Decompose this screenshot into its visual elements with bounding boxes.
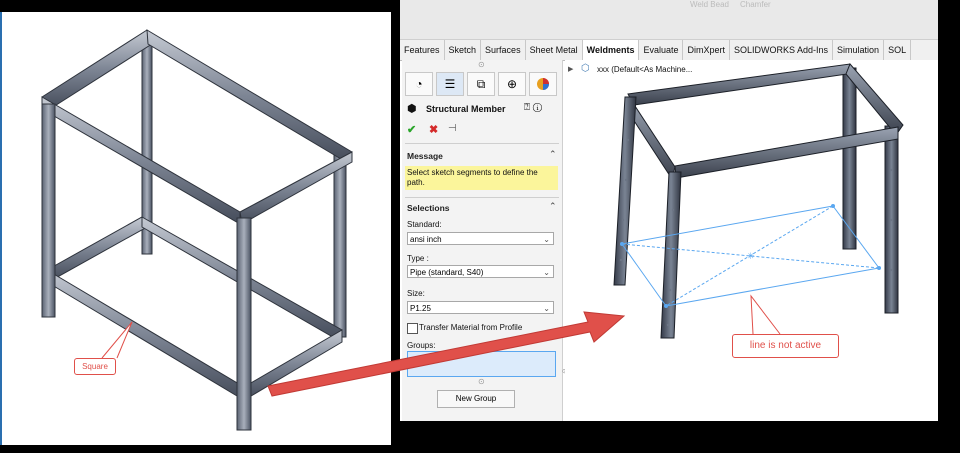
command-manager-toolbar: Weld Bead Chamfer [400,0,938,39]
standard-select[interactable]: ansi inch ⌄ [407,232,554,245]
ok-check-icon[interactable]: ✔ [407,123,416,136]
selections-header: Selections [407,203,450,213]
line-not-active-callout: line is not active [732,334,839,358]
chevron-down-icon: ⌄ [543,268,550,277]
message-header: Message [407,151,443,161]
standard-label: Standard: [407,220,442,229]
feature-manager-icon[interactable]: ◔ [405,72,433,96]
chevron-down-icon: ⌄ [543,235,550,244]
divider [405,197,559,198]
tab-simulation[interactable]: Simulation [833,40,885,60]
manager-tabs: ◔ ☰ ⧉ ⊕ [402,72,562,96]
appearance-icon[interactable] [529,72,557,96]
chamfer-ghost[interactable]: Chamfer [740,0,771,9]
type-value: Pipe (standard, S40) [410,268,484,277]
tab-sketch[interactable]: Sketch [445,40,482,60]
grip-dot: ⊙ [478,60,485,69]
red-arrow [267,311,626,397]
square-callout-pointer [101,321,133,359]
command-tabs: Features Sketch Surfaces Sheet Metal Weldmen… [400,39,938,61]
collapse-selections-icon[interactable]: ⌃ [549,201,557,212]
weld-bead-ghost[interactable]: Weld Bead [690,0,729,9]
help-icon[interactable]: ⍰ ⓘ [524,102,542,113]
svg-text:✳: ✳ [747,251,755,261]
standard-value: ansi inch [410,235,442,244]
line-not-active-text: line is not active [749,340,822,351]
tab-evaluate[interactable]: Evaluate [639,40,684,60]
structural-member-icon: ⬢ [407,103,417,115]
tab-sol[interactable]: SOL [884,40,912,60]
type-label: Type : [407,254,429,263]
tab-surfaces[interactable]: Surfaces [481,40,526,60]
tab-sheet-metal[interactable]: Sheet Metal [526,40,583,60]
tab-dimxpert[interactable]: DimXpert [683,40,730,60]
divider [405,143,559,144]
message-box: Select sketch segments to define the pat… [405,166,558,190]
property-manager-icon[interactable]: ☰ [436,72,464,96]
cancel-x-icon[interactable]: ✖ [429,123,438,136]
type-select[interactable]: Pipe (standard, S40) ⌄ [407,265,554,278]
message-text: Select sketch segments to define the pat… [407,168,538,187]
collapse-message-icon[interactable]: ⌃ [549,149,557,160]
square-callout-text: Square [82,362,108,371]
tab-weldments[interactable]: Weldments [582,40,640,60]
size-label: Size: [407,289,425,298]
configuration-manager-icon[interactable]: ⧉ [467,72,495,96]
tab-solidworks-add-ins[interactable]: SOLIDWORKS Add-Ins [730,40,834,60]
dimxpert-icon[interactable]: ⊕ [498,72,526,96]
tab-features[interactable]: Features [400,40,445,60]
pm-title: Structural Member [426,104,506,114]
pin-icon[interactable]: ⊣ [448,123,457,134]
